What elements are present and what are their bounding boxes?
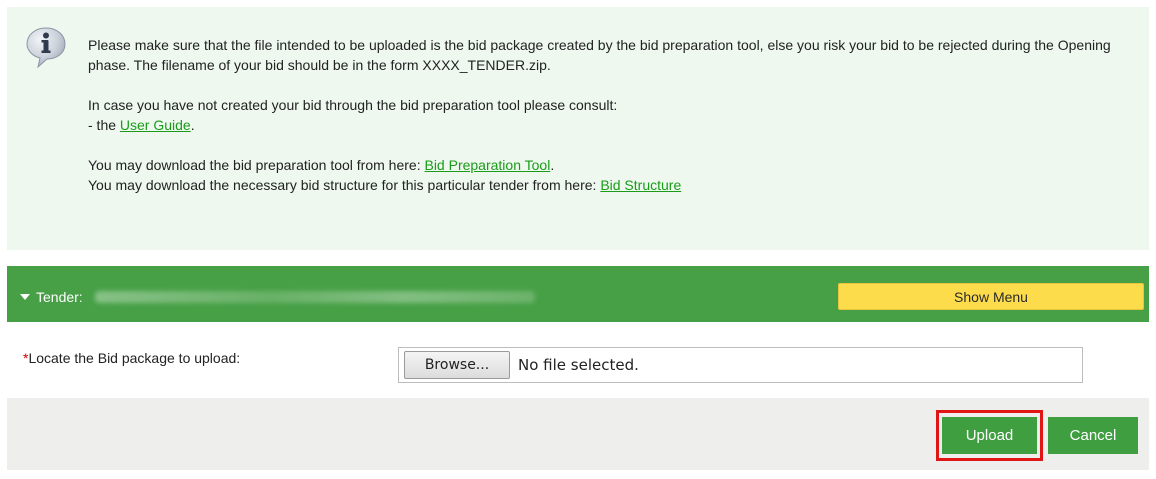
consult-intro: In case you have not created your bid th… <box>88 97 618 113</box>
bid-package-file-input[interactable]: Browse... No file selected. <box>398 347 1083 383</box>
structure-download-line: You may download the necessary bid struc… <box>88 177 682 193</box>
tender-toggle[interactable]: Tender: <box>20 289 535 305</box>
browse-button[interactable]: Browse... <box>404 351 510 379</box>
info-message-box: Please make sure that the file intended … <box>7 7 1149 250</box>
bid-structure-link[interactable]: Bid Structure <box>600 177 681 193</box>
cancel-button[interactable]: Cancel <box>1048 417 1138 454</box>
info-text-block: Please make sure that the file intended … <box>88 35 1140 195</box>
info-speech-bubble-icon <box>26 27 66 69</box>
user-guide-link[interactable]: User Guide <box>120 117 191 133</box>
tool-download-line: You may download the bid preparation too… <box>88 157 555 173</box>
bid-package-warning: Please make sure that the file intended … <box>88 37 1111 73</box>
bid-package-label: *Locate the Bid package to upload: <box>23 350 241 366</box>
tender-label: Tender: <box>36 289 83 305</box>
user-guide-line: - the User Guide. <box>88 117 195 133</box>
form-actions-bar: Upload Cancel <box>7 398 1149 470</box>
file-status-text: No file selected. <box>518 356 639 374</box>
upload-field-row: *Locate the Bid package to upload: Brows… <box>7 322 1149 398</box>
tender-name-redacted <box>94 291 535 303</box>
tender-header-bar: Tender: Show Menu <box>7 266 1149 322</box>
upload-button[interactable]: Upload <box>942 417 1037 454</box>
bid-preparation-tool-link[interactable]: Bid Preparation Tool <box>424 157 550 173</box>
show-menu-button[interactable]: Show Menu <box>838 283 1144 310</box>
caret-down-icon <box>20 294 30 300</box>
